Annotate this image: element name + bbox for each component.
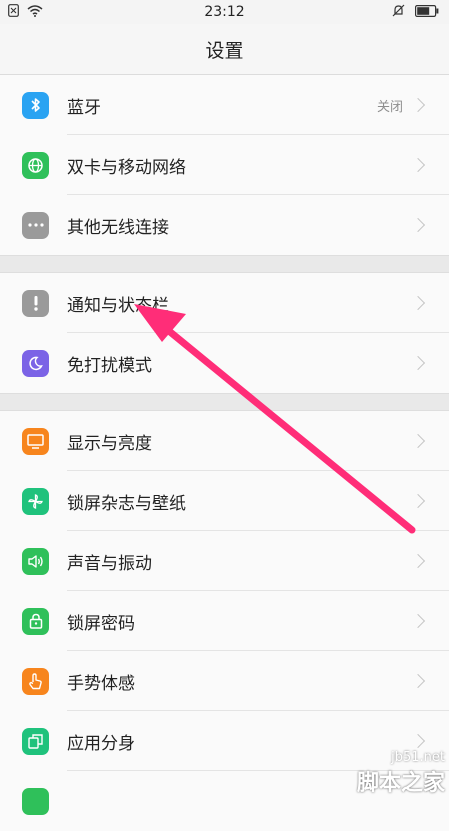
pinwheel-icon [22,487,49,515]
chevron-right-icon [410,157,426,173]
silent-bell-icon [392,4,405,17]
chevron-right-icon [410,613,426,629]
globe-icon [22,151,49,179]
display-icon [22,427,49,455]
setting-other-wireless[interactable]: 其他无线连接 [0,195,449,255]
chevron-right-icon [410,673,426,689]
setting-label: 通知与状态栏 [67,295,169,316]
more-icon [22,211,49,239]
chevron-right-icon [410,97,426,113]
chevron-right-icon [410,493,426,509]
setting-label: 其他无线连接 [67,217,169,238]
gesture-icon [22,667,49,695]
notification-icon [22,289,49,317]
speaker-icon [22,547,49,575]
lock-icon [22,607,49,635]
status-left [8,4,43,17]
settings-group-connectivity: 蓝牙 关闭 双卡与移动网络 其他无线连接 [0,75,449,255]
setting-label: 手势体感 [67,673,135,694]
status-time: 23:12 [204,4,245,20]
setting-dual-sim-network[interactable]: 双卡与移动网络 [0,135,449,195]
chevron-right-icon [410,295,426,311]
chevron-right-icon [410,553,426,569]
bluetooth-icon [22,91,49,119]
chevron-right-icon [410,217,426,233]
page-title: 设置 [205,39,244,62]
setting-sound-vibration[interactable]: 声音与振动 [0,531,449,591]
setting-gestures-motion[interactable]: 手势体感 [0,651,449,711]
clone-icon [22,727,49,755]
wifi-icon [27,4,43,17]
watermark: jb51.net 脚本之家 [333,750,445,796]
header: 设置 [0,24,449,75]
chevron-right-icon [410,355,426,371]
setting-display-brightness[interactable]: 显示与亮度 [0,411,449,471]
setting-value: 关闭 [376,99,403,115]
chevron-right-icon [410,433,426,449]
setting-label: 应用分身 [67,733,135,754]
battery-icon [415,4,439,17]
settings-group-notifications: 通知与状态栏 免打扰模式 [0,273,449,393]
chevron-right-icon [410,733,426,749]
partial-icon [22,787,49,815]
status-bar: 23:12 [0,0,449,24]
setting-lockscreen-password[interactable]: 锁屏密码 [0,591,449,651]
settings-list: 蓝牙 关闭 双卡与移动网络 其他无线连接 通知与状态栏 免打扰模式 显示与亮度 … [0,75,449,831]
setting-label: 双卡与移动网络 [67,157,186,178]
group-separator [0,393,449,411]
sim-off-icon [8,4,19,17]
setting-notifications-statusbar[interactable]: 通知与状态栏 [0,273,449,333]
setting-label: 锁屏杂志与壁纸 [67,493,186,514]
setting-label: 蓝牙 [67,97,101,118]
setting-bluetooth[interactable]: 蓝牙 关闭 [0,75,449,135]
watermark-site: jb51.net [391,750,445,765]
watermark-brand: 脚本之家 [356,771,445,796]
setting-label: 免打扰模式 [67,355,152,376]
status-right [392,4,439,17]
setting-do-not-disturb[interactable]: 免打扰模式 [0,333,449,393]
setting-lockscreen-wallpaper[interactable]: 锁屏杂志与壁纸 [0,471,449,531]
moon-icon [22,349,49,377]
setting-label: 锁屏密码 [67,613,135,634]
setting-label: 显示与亮度 [67,433,152,454]
setting-label: 声音与振动 [67,553,152,574]
group-separator [0,255,449,273]
